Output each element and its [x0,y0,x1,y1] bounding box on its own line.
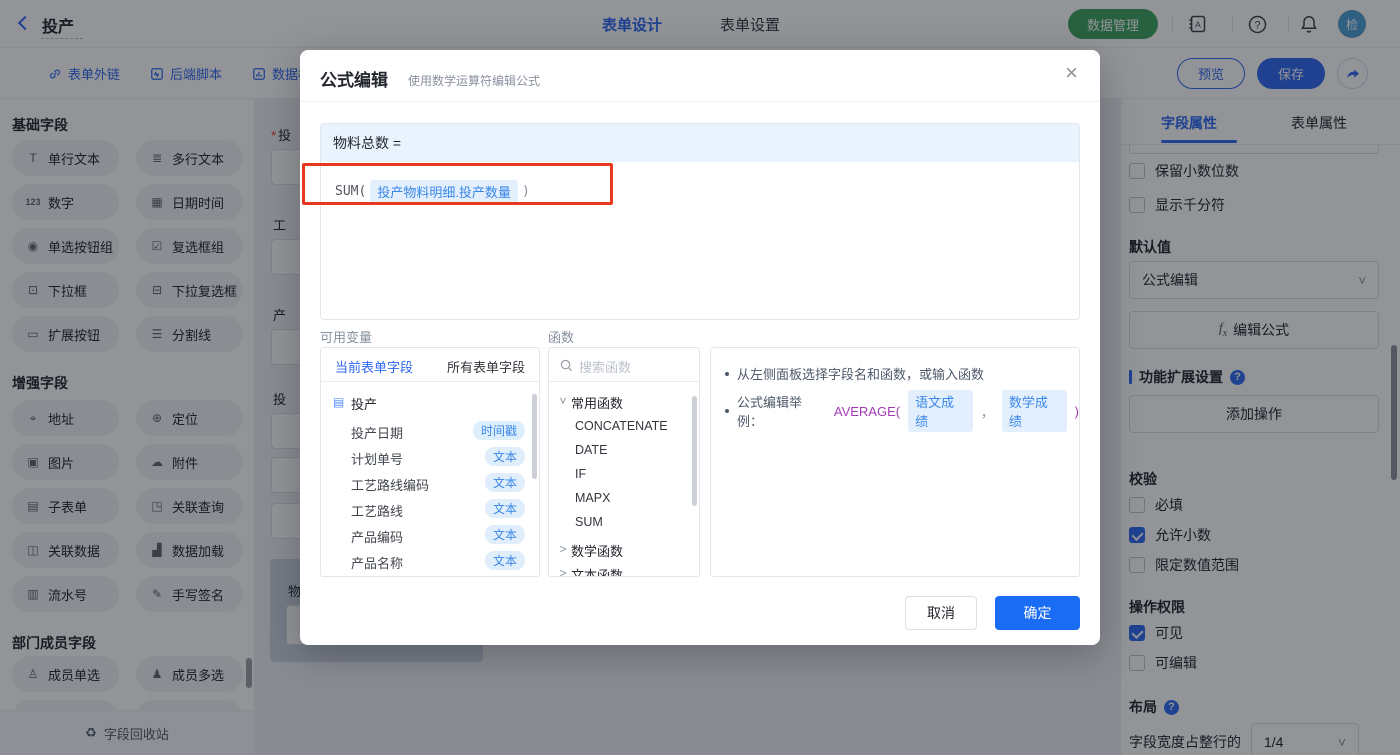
formula-editor-modal: 公式编辑 使用数学运算符编辑公式 × 物料总数 = SUM( 投产物料明细.投产… [300,50,1100,645]
help-tip: 从左侧面板选择字段名和函数，或输入函数 [725,364,984,383]
confirm-button[interactable]: 确定 [995,596,1080,630]
type-badge: 时间戳 [472,421,525,440]
help-example: 公式编辑举例： AVERAGE( 语文成绩 ， 数学成绩 ) [725,390,1079,432]
tab-current-form-fields[interactable]: 当前表单字段 [335,357,413,376]
variables-panel: 当前表单字段 所有表单字段 ▤ 投产 投产日期 时间戳 计划单号 文本 工艺路线编码… [320,347,540,577]
example-field-token: 语文成绩 [908,390,973,432]
divider [300,101,1100,102]
search-placeholder: 搜索函数 [579,360,632,375]
chevron-right-icon: ˃ [559,566,567,577]
formula-editor[interactable]: 物料总数 = SUM( 投产物料明细.投产数量 ) [320,123,1080,320]
example-function: AVERAGE( [833,403,901,419]
example-field-token: 数学成绩 [1001,390,1067,432]
search-icon [560,359,573,372]
modal-subtitle: 使用数学运算符编辑公式 [408,74,541,88]
form-name: 投产 [351,397,378,412]
function-search[interactable]: 搜索函数 [549,348,699,382]
panel-scrollbar[interactable] [532,394,537,479]
type-badge: 文本 [484,499,525,518]
functions-label: 函数 [548,330,575,345]
function-item[interactable]: SUM [549,512,699,538]
document-icon: ▤ [333,395,345,409]
variables-label: 可用变量 [320,330,373,345]
cancel-button[interactable]: 取消 [905,596,977,630]
variable-item[interactable]: 计划单号 文本 [321,444,539,470]
variables-tabs: 当前表单字段 所有表单字段 [321,348,539,382]
variable-item[interactable]: 工艺路线编码 文本 [321,470,539,496]
function-group[interactable]: ˃ 文本函数 [549,562,699,577]
form-root-node[interactable]: ▤ 投产 [321,390,539,416]
bullet-icon [725,371,729,376]
panel-scrollbar[interactable] [692,396,697,506]
type-badge: 文本 [484,525,525,544]
chevron-down-icon: ˅ [559,394,567,408]
variable-item[interactable]: 产品名称 文本 [321,548,539,574]
chevron-right-icon: ˃ [559,542,567,556]
function-item[interactable]: CONCATENATE [549,416,699,442]
function-item[interactable]: MAPX [549,488,699,514]
function-item[interactable]: DATE [549,440,699,466]
help-panel: 从左侧面板选择字段名和函数，或输入函数 公式编辑举例： AVERAGE( 语文成绩… [710,347,1080,577]
type-badge: 文本 [484,551,525,570]
variable-item[interactable]: 工艺路线 文本 [321,496,539,522]
close-icon[interactable]: × [1065,62,1078,84]
function-group[interactable]: ˅ 常用函数 [549,390,699,416]
functions-panel: 搜索函数 ˅ 常用函数 CONCATENATE DATE IF MAPX SUM … [548,347,700,577]
modal-title: 公式编辑 [320,71,388,90]
annotation-red-box [302,163,613,205]
type-badge: 文本 [484,473,525,492]
variable-item[interactable]: 产品编码 文本 [321,522,539,548]
type-badge: 文本 [484,447,525,466]
formula-target: 物料总数 = [321,124,1079,162]
bullet-icon [725,409,729,413]
tab-all-form-fields[interactable]: 所有表单字段 [447,357,525,376]
function-item[interactable]: IF [549,464,699,490]
function-group[interactable]: ˃ 数学函数 [549,538,699,564]
variable-item[interactable]: 投产日期 时间戳 [321,418,539,444]
